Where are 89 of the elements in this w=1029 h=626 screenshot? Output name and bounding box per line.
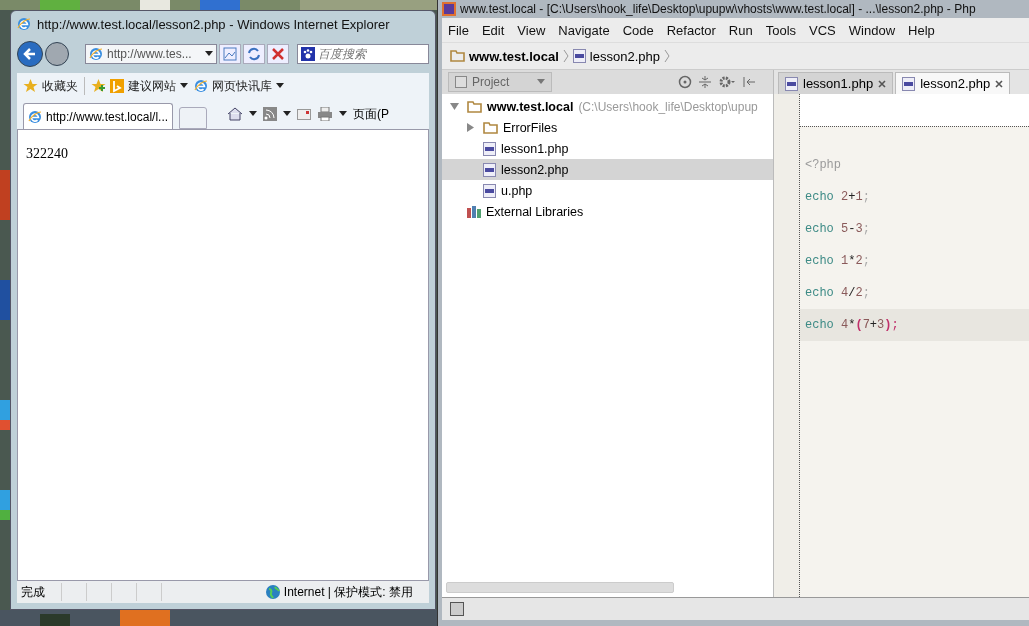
caret-icon	[537, 79, 545, 85]
page-icon	[28, 109, 42, 124]
breadcrumb-item[interactable]: lesson2.php	[572, 48, 660, 64]
code-line: echo 1*2;	[804, 253, 871, 270]
tree-item[interactable]: ErrorFiles	[442, 117, 773, 138]
caret-icon[interactable]	[276, 83, 284, 89]
menu-item[interactable]: Run	[724, 22, 757, 38]
star-plus-icon	[91, 79, 106, 93]
code-line: echo 5-3;	[804, 221, 871, 238]
expanded-arrow-icon[interactable]	[450, 102, 459, 111]
code-line: echo 4/2;	[804, 285, 871, 302]
favorites-button[interactable]: 收藏夹	[23, 77, 78, 95]
printer-icon[interactable]	[317, 107, 334, 121]
tree-item[interactable]: lesson2.php	[442, 159, 773, 180]
globe-icon	[265, 585, 280, 599]
php-file-icon	[483, 183, 496, 198]
tree-item[interactable]: www.test.local (C:\Users\hook_life\Desktop\upup	[442, 96, 773, 117]
gear-icon[interactable]	[718, 75, 736, 89]
page-icon	[194, 79, 208, 93]
address-field[interactable]: http://www.tes...	[85, 44, 217, 64]
feed-icon[interactable]	[263, 107, 278, 121]
favorites-link[interactable]: 网页快讯库	[194, 77, 284, 95]
window-title: http://www.test.local/lesson2.php - Windows Internet Explorer	[37, 16, 390, 32]
back-button[interactable]	[17, 41, 43, 67]
tool-windows-icon[interactable]	[450, 602, 464, 616]
status-text: 完成	[21, 583, 46, 601]
search-box[interactable]: 百度搜索	[297, 44, 429, 64]
chevron-icon	[562, 49, 569, 63]
caret-icon[interactable]	[283, 111, 292, 117]
view-selector[interactable]: Project	[448, 72, 552, 92]
favorites-link[interactable]: 建议网站	[91, 77, 188, 95]
caret-icon[interactable]	[180, 83, 188, 89]
arrow-left-icon	[23, 47, 37, 61]
close-icon[interactable]	[995, 79, 1004, 88]
editor-tab[interactable]: lesson2.php	[895, 72, 1011, 94]
folder-icon	[467, 100, 482, 113]
target-icon[interactable]	[678, 75, 692, 89]
star-icon	[23, 79, 38, 93]
php-file-icon	[572, 49, 586, 63]
collapse-icon[interactable]	[698, 75, 712, 89]
menu-item[interactable]: Code	[618, 22, 658, 38]
folder-icon	[483, 121, 498, 134]
code-line: <?php	[804, 157, 842, 174]
bing-logo-icon	[110, 79, 124, 93]
menu-item[interactable]: Help	[904, 22, 939, 38]
window-title: www.test.local - [C:\Users\hook_life\Desktop\upupw\vhosts\www.test.local] - ...\lesson2.php - Php	[460, 1, 976, 16]
tree-item[interactable]: External Libraries	[442, 201, 773, 222]
security-zone: Internet | 保护模式: 禁用	[283, 583, 413, 601]
page-output: 322240	[26, 146, 68, 161]
menu-item[interactable]: Edit	[477, 22, 509, 38]
scrollbar[interactable]	[446, 582, 674, 593]
caret-icon[interactable]	[339, 111, 348, 117]
tree-item[interactable]: u.php	[442, 180, 773, 201]
code-line: echo 2+1;	[804, 189, 871, 206]
menu-item[interactable]: File	[444, 22, 473, 38]
window-icon	[455, 76, 467, 88]
php-file-icon	[785, 76, 798, 91]
menu-item[interactable]: Window	[844, 22, 900, 38]
paw-icon	[301, 47, 315, 61]
page-icon	[89, 47, 103, 61]
menu-item[interactable]: Navigate	[554, 22, 614, 38]
browser-tab[interactable]: http://www.test.local/l...	[23, 103, 174, 129]
stop-icon[interactable]	[267, 44, 289, 64]
php-file-icon	[483, 141, 496, 156]
menu-item[interactable]: VCS	[805, 22, 840, 38]
forward-button[interactable]	[45, 42, 69, 66]
php-file-icon	[483, 162, 496, 177]
caret-icon[interactable]	[205, 51, 213, 57]
refresh-icon[interactable]	[243, 44, 265, 64]
menu-item[interactable]: Tools	[761, 22, 801, 38]
collapsed-arrow-icon[interactable]	[466, 123, 475, 132]
editor-tab[interactable]: lesson1.php	[778, 72, 894, 94]
hide-panel-icon[interactable]	[742, 75, 756, 89]
close-icon[interactable]	[878, 79, 887, 88]
menu-item[interactable]: View	[513, 22, 550, 38]
books-icon	[467, 205, 481, 218]
mail-icon[interactable]	[297, 108, 312, 120]
folder-icon	[450, 50, 465, 62]
menu-item[interactable]: Refactor	[662, 22, 720, 38]
chevron-icon	[663, 49, 670, 63]
tree-item[interactable]: lesson1.php	[442, 138, 773, 159]
caret-icon[interactable]	[249, 111, 258, 117]
page-menu[interactable]: 页面(P	[353, 105, 390, 123]
breadcrumb-item[interactable]: www.test.local	[450, 48, 559, 64]
compatibility-icon[interactable]	[219, 44, 241, 64]
app-logo-icon	[442, 1, 456, 16]
browser-logo-icon	[17, 17, 31, 31]
php-file-icon	[902, 76, 916, 91]
home-icon[interactable]	[227, 107, 244, 121]
